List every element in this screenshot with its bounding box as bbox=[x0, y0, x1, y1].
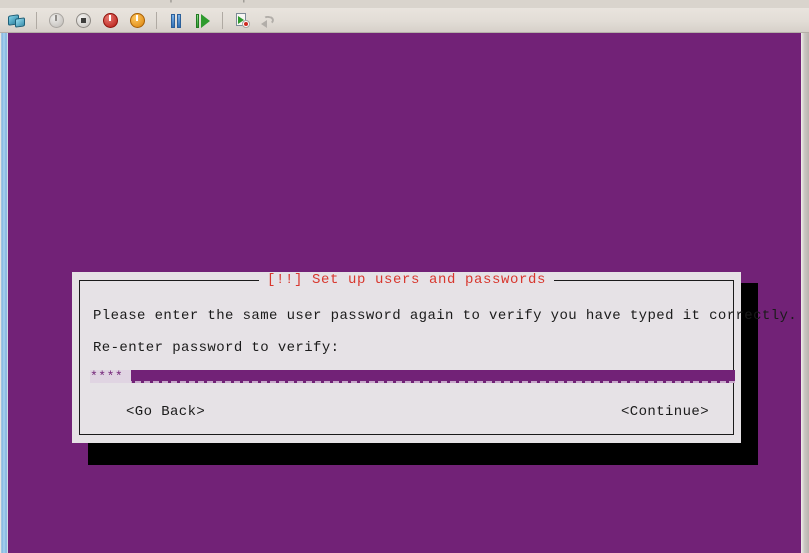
power-off-disabled-icon[interactable] bbox=[45, 10, 67, 32]
take-snapshot-icon[interactable] bbox=[231, 10, 253, 32]
virtualbox-vm-window: File Machine View Clipboard Help bbox=[0, 0, 809, 553]
machine-settings-icon[interactable] bbox=[6, 10, 28, 32]
menu-file[interactable]: File bbox=[8, 0, 26, 3]
menubar: File Machine View Clipboard Help bbox=[0, 0, 809, 8]
reset-icon[interactable] bbox=[126, 10, 148, 32]
window-right-edge[interactable] bbox=[801, 33, 809, 553]
window-left-edge bbox=[0, 33, 8, 553]
guest-display: [!!] Set up users and passwords Please e… bbox=[8, 33, 801, 553]
menu-clipboard[interactable]: Clipboard bbox=[157, 0, 204, 3]
stop-icon[interactable] bbox=[72, 10, 94, 32]
go-back-button[interactable]: <Go Back> bbox=[126, 404, 205, 420]
menu-view[interactable]: View bbox=[111, 0, 135, 3]
dialog-title: [!!] Set up users and passwords bbox=[259, 272, 555, 288]
continue-button[interactable]: <Continue> bbox=[621, 404, 709, 420]
toolbar-separator bbox=[222, 12, 223, 29]
toolbar-separator bbox=[36, 12, 37, 29]
menu-machine[interactable]: Machine bbox=[48, 0, 90, 3]
discard-state-icon[interactable] bbox=[258, 10, 280, 32]
acpi-shutdown-icon[interactable] bbox=[99, 10, 121, 32]
password-input-underline bbox=[90, 381, 735, 383]
stop-glyph bbox=[75, 13, 91, 28]
prompt-text: Please enter the same user password agai… bbox=[93, 308, 798, 324]
toolbar-separator bbox=[156, 12, 157, 29]
machine-glyph bbox=[8, 13, 26, 29]
power-glyph-disabled bbox=[48, 13, 64, 28]
power-glyph-red bbox=[102, 13, 118, 28]
toolbar bbox=[0, 8, 809, 33]
power-glyph-orange bbox=[129, 13, 145, 28]
resume-glyph bbox=[195, 13, 211, 28]
menu-help[interactable]: Help bbox=[226, 0, 249, 3]
pause-glyph bbox=[170, 13, 183, 28]
password-masked-value[interactable]: **** bbox=[90, 370, 131, 383]
password-field-label: Re-enter password to verify: bbox=[93, 340, 340, 356]
undo-glyph bbox=[261, 14, 277, 28]
resume-icon[interactable] bbox=[192, 10, 214, 32]
pause-icon[interactable] bbox=[165, 10, 187, 32]
snapshot-glyph bbox=[235, 13, 250, 28]
